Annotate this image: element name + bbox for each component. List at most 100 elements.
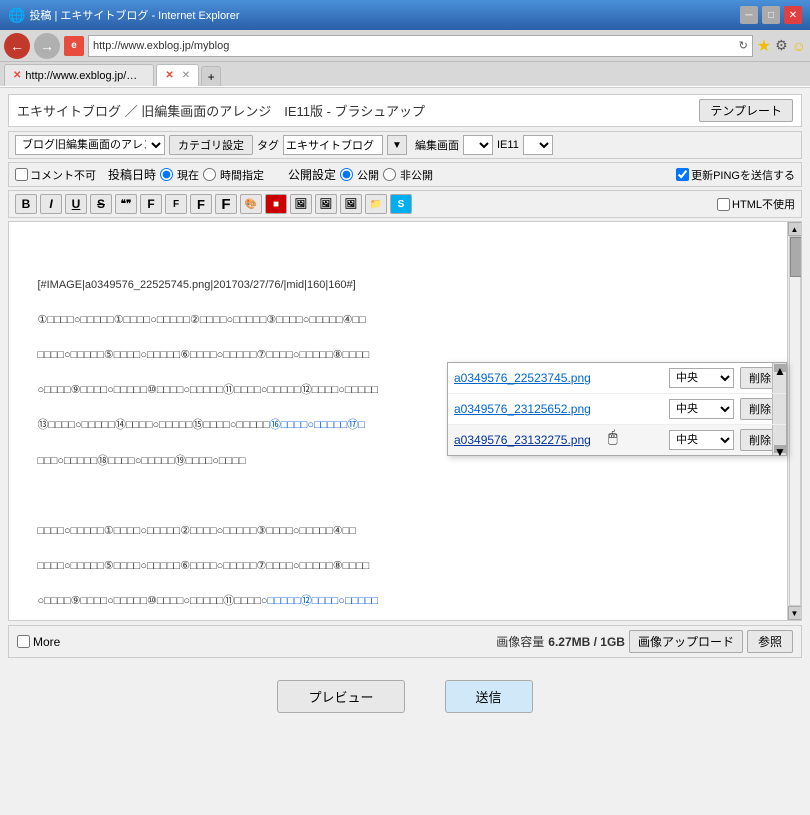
blog-select[interactable]: ブログ旧編集画面のアレン∨ — [15, 135, 165, 155]
quote-button[interactable]: ❝❞ — [115, 194, 137, 214]
bottom-bar: More 画像容量 6.27MB / 1GB 画像アップロード 参照 — [8, 625, 802, 658]
format-toolbar: B I U S ❝❞ F F F F 🎨 ■ 🖼 🖼 🖼 📁 S HTML不使用 — [8, 190, 802, 218]
maximize-button[interactable]: □ — [762, 6, 780, 24]
cursor-pointer-icon: 🖱 — [608, 429, 618, 447]
font-button-4[interactable]: F — [215, 194, 237, 214]
dropdown-row-0: a0349576_22523745.png 中央 左 右 削除 ▲ — [448, 363, 786, 394]
scroll-thumb[interactable] — [790, 237, 802, 277]
font-button-1[interactable]: F — [140, 194, 162, 214]
dropdown-row-2: a0349576_23132275.png 🖱 中央 左 右 削除 ▼ — [448, 425, 786, 455]
dropdown-scroll-down[interactable]: ▼ — [774, 445, 786, 453]
content-line-8: ○□□□□⑨□□□□○□□□□□⑩□□□□○□□□□□⑪□□□□○ — [37, 595, 267, 607]
align-select-2[interactable]: 中央 左 右 — [669, 430, 734, 450]
tab-posting[interactable]: ✕ ✕ — [156, 64, 199, 86]
html-checkbox[interactable] — [717, 198, 730, 211]
html-checkbox-label: HTML不使用 — [732, 196, 795, 212]
editor-scrollbar: ▲ ▼ — [787, 222, 801, 620]
current-radio[interactable] — [160, 168, 173, 181]
title-bar: 🌐 投稿 | エキサイトブログ - Internet Explorer ─ □ … — [0, 0, 810, 30]
block-button[interactable]: ■ — [265, 194, 287, 214]
editor-header: エキサイトブログ ／ 旧編集画面のアレンジ IE11版 - ブラシュアップ テン… — [8, 94, 802, 127]
skype-button[interactable]: S — [390, 194, 412, 214]
color-button[interactable]: 🎨 — [240, 194, 262, 214]
strikethrough-button[interactable]: S — [90, 194, 112, 214]
post-date-label: 投稿日時 — [108, 166, 156, 183]
ie-logo-icon: e — [64, 36, 84, 56]
image-button-1[interactable]: 🖼 — [290, 194, 312, 214]
align-select-1[interactable]: 中央 左 右 — [669, 399, 734, 419]
capacity-label: 画像容量 — [496, 633, 544, 650]
title-bar-title: 投稿 | エキサイトブログ - Internet Explorer — [29, 7, 239, 23]
content-line-4: ⑬□□□□○□□□□□⑭□□□□○□□□□□⑮□□□□○□□□□□ — [37, 419, 269, 431]
align-select-0[interactable]: 中央 左 右 — [669, 368, 734, 388]
content-line-7: □□□□○□□□□□⑤□□□□○□□□□□⑥□□□□○□□□□□⑦□□□□○□□… — [37, 560, 369, 572]
image-button-3[interactable]: 🖼 — [340, 194, 362, 214]
refresh-icon[interactable]: ↻ — [739, 39, 748, 52]
scroll-track — [789, 236, 801, 606]
action-buttons: プレビュー 送信 — [8, 670, 802, 733]
scroll-up-button[interactable]: ▲ — [788, 222, 802, 236]
tab-close-icon[interactable]: ✕ — [182, 70, 190, 81]
favorites-button[interactable]: ★ — [757, 36, 771, 56]
tab-bar: ✕ http://www.exblog.jp/myblog ✕ ✕ + — [0, 62, 810, 86]
tag-input[interactable] — [283, 135, 383, 155]
content-line-2: □□□□○□□□□□⑤□□□□○□□□□□⑥□□□□○□□□□□⑦□□□□○□□… — [37, 349, 369, 361]
title-bar-controls: ─ □ ✕ — [740, 6, 802, 24]
image-link-2[interactable]: a0349576_23132275.png — [454, 433, 663, 447]
version-select[interactable] — [523, 135, 553, 155]
forward-button[interactable]: → — [34, 33, 60, 59]
content-line-6: □□□□○□□□□□①□□□□○□□□□□②□□□□○□□□□□③□□□□○□□… — [37, 525, 356, 537]
tag-dropdown-btn[interactable]: ▼ — [387, 135, 407, 155]
content-area: エキサイトブログ ／ 旧編集画面のアレンジ IE11版 - ブラシュアップ テン… — [0, 88, 810, 739]
time-radio[interactable] — [203, 168, 216, 181]
dropdown-scrollbar-2: ▼ — [772, 425, 786, 455]
upload-button[interactable]: 画像アップロード — [629, 630, 743, 653]
more-label: More — [33, 635, 60, 649]
address-bar: http://www.exblog.jp/myblog ↻ — [88, 35, 753, 57]
private-radio[interactable] — [383, 168, 396, 181]
minimize-button[interactable]: ─ — [740, 6, 758, 24]
publish-label: 公開設定 — [288, 166, 336, 183]
new-tab-button[interactable]: + — [201, 66, 221, 86]
dropdown-scroll-up[interactable]: ▲ — [774, 364, 786, 372]
preview-button[interactable]: プレビュー — [277, 680, 404, 713]
back-button[interactable]: ← — [4, 33, 30, 59]
ping-checkbox-label[interactable]: 更新PINGを送信する — [676, 167, 795, 183]
close-button[interactable]: ✕ — [784, 6, 802, 24]
comment-checkbox-label[interactable]: コメント不可 — [15, 167, 96, 183]
image-link-0[interactable]: a0349576_22523745.png — [454, 371, 663, 385]
toolbar-row-2: コメント不可 投稿日時 現在 時間指定 公開設定 公開 非公開 更新PINGを送… — [8, 162, 802, 187]
browse-button[interactable]: 参照 — [747, 630, 793, 653]
comment-checkbox[interactable] — [15, 168, 28, 181]
toolbar-row-1: ブログ旧編集画面のアレン∨ カテゴリ設定 タグ ▼ 編集画面 IE11 — [8, 131, 802, 159]
version-label: IE11 — [497, 139, 519, 151]
dropdown-row-1: a0349576_23125652.png 中央 左 右 削除 — [448, 394, 786, 425]
scroll-down-button[interactable]: ▼ — [788, 606, 802, 620]
image-tag-1: [#IMAGE|a0349576_22525745.png|201703/27/… — [37, 279, 355, 291]
smiley-button[interactable]: ☺ — [792, 38, 806, 54]
ping-checkbox[interactable] — [676, 168, 689, 181]
address-text: http://www.exblog.jp/myblog — [93, 40, 735, 52]
submit-button[interactable]: 送信 — [445, 680, 533, 713]
folder-button[interactable]: 📁 — [365, 194, 387, 214]
image-link-1[interactable]: a0349576_23125652.png — [454, 402, 663, 416]
italic-button[interactable]: I — [40, 194, 62, 214]
more-checkbox[interactable] — [17, 635, 30, 648]
category-button[interactable]: カテゴリ設定 — [169, 135, 253, 155]
image-dropdown: a0349576_22523745.png 中央 左 右 削除 ▲ a03495… — [447, 362, 787, 456]
settings-button[interactable]: ⚙ — [775, 37, 788, 54]
font-button-3[interactable]: F — [190, 194, 212, 214]
tab-myblog[interactable]: ✕ http://www.exblog.jp/myblog — [4, 64, 154, 86]
underline-button[interactable]: U — [65, 194, 87, 214]
html-checkbox-wrapper: HTML不使用 — [717, 196, 795, 212]
edit-screen-select[interactable] — [463, 135, 493, 155]
nav-bar: ← → e http://www.exblog.jp/myblog ↻ ★ ⚙ … — [0, 30, 810, 62]
bold-button[interactable]: B — [15, 194, 37, 214]
image-button-2[interactable]: 🖼 — [315, 194, 337, 214]
font-button-2[interactable]: F — [165, 194, 187, 214]
image-capacity: 画像容量 6.27MB / 1GB 画像アップロード 参照 — [496, 630, 793, 653]
dropdown-scrollbar-1 — [772, 394, 786, 424]
public-radio[interactable] — [340, 168, 353, 181]
more-checkbox-label[interactable]: More — [17, 635, 60, 649]
template-button[interactable]: テンプレート — [699, 99, 793, 122]
